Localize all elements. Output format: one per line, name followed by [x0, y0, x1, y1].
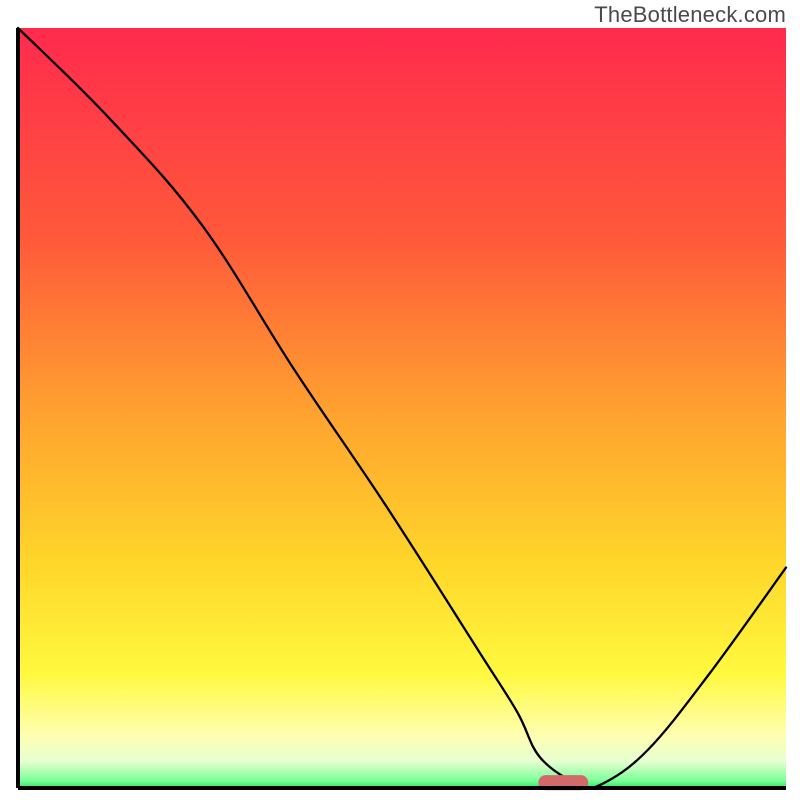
chart-frame: TheBottleneck.com: [0, 0, 800, 800]
plot-background: [18, 28, 786, 788]
watermark-text: TheBottleneck.com: [594, 2, 786, 28]
bottleneck-chart: [0, 0, 800, 800]
